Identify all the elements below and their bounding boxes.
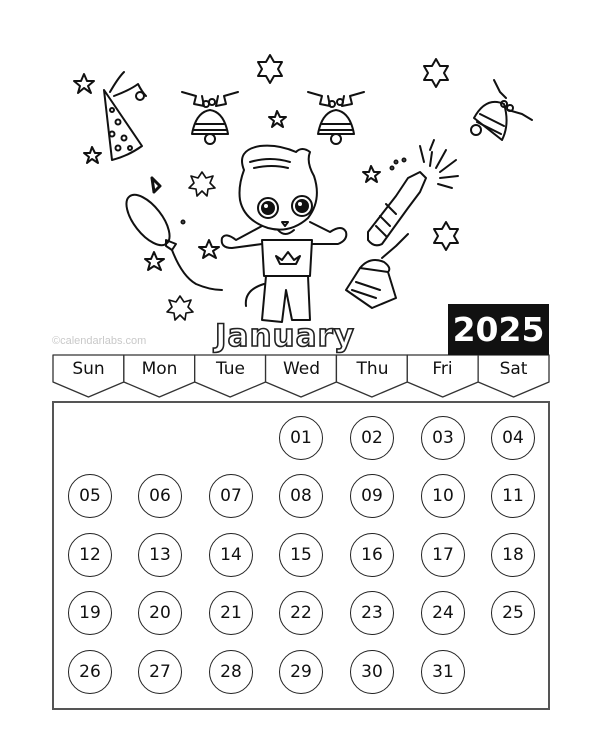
day-cell[interactable]: 18 [491,533,535,577]
day-cell[interactable]: 08 [279,474,323,518]
star-icon [257,54,283,84]
calendar-grid: 01 02 03 04 05 06 07 08 09 10 11 12 13 14 15 16 17 18 19 20… [52,401,550,710]
star-icon [144,251,165,271]
year-badge: 2025 [448,304,549,355]
snowflake-icon [166,295,194,321]
party-hat-icon [103,71,147,161]
star-icon [433,221,459,251]
weekday-sat: Sat [499,359,528,379]
day-cell[interactable]: 12 [68,533,112,577]
day-cell[interactable]: 13 [138,533,182,577]
day-cell[interactable]: 10 [421,474,465,518]
day-cell[interactable]: 09 [350,474,394,518]
weekday-wed: Wed [282,359,321,379]
day-cell[interactable]: 31 [421,650,465,694]
day-cell[interactable]: 11 [491,474,535,518]
weekday-sun: Sun [72,359,105,379]
day-cell[interactable]: 03 [421,416,465,460]
day-cell[interactable]: 28 [209,650,253,694]
day-cell[interactable]: 04 [491,416,535,460]
weekday-mon: Mon [141,359,178,379]
day-cell[interactable]: 26 [68,650,112,694]
day-cell[interactable]: 21 [209,591,253,635]
star-icon [268,110,287,128]
day-cell[interactable]: 07 [209,474,253,518]
day-cell[interactable]: 17 [421,533,465,577]
day-cell[interactable]: 01 [279,416,323,460]
weekday-thu: Thu [356,359,389,379]
star-icon [83,146,102,164]
day-cell[interactable]: 24 [421,591,465,635]
day-cell[interactable]: 19 [68,591,112,635]
day-cell[interactable]: 15 [279,533,323,577]
champagne-bottle-icon [367,139,459,247]
day-cell[interactable]: 25 [491,591,535,635]
star-icon [198,239,220,259]
day-cell[interactable]: 30 [350,650,394,694]
bell-icon [307,91,365,145]
music-note-icon [150,176,162,194]
bell-icon [470,79,533,141]
month-title: January [214,317,355,355]
day-cell[interactable]: 22 [279,591,323,635]
day-cell[interactable]: 02 [350,416,394,460]
weekday-tue: Tue [215,359,246,379]
day-cell[interactable]: 27 [138,650,182,694]
day-cell[interactable]: 14 [209,533,253,577]
snowflake-icon [188,171,216,197]
balloon-icon [125,193,223,291]
day-cell[interactable]: 20 [138,591,182,635]
watermark: ©calendarlabs.com [52,335,147,347]
weekday-fri: Fri [432,359,453,379]
day-cell[interactable]: 06 [138,474,182,518]
day-cell[interactable]: 29 [279,650,323,694]
day-cell[interactable]: 05 [68,474,112,518]
star-icon [362,165,381,183]
star-icon [73,73,95,94]
star-icon [423,58,449,88]
bell-icon [181,91,239,145]
day-cell[interactable]: 23 [350,591,394,635]
day-cell[interactable]: 16 [350,533,394,577]
cartoon-cat-character [220,144,348,323]
